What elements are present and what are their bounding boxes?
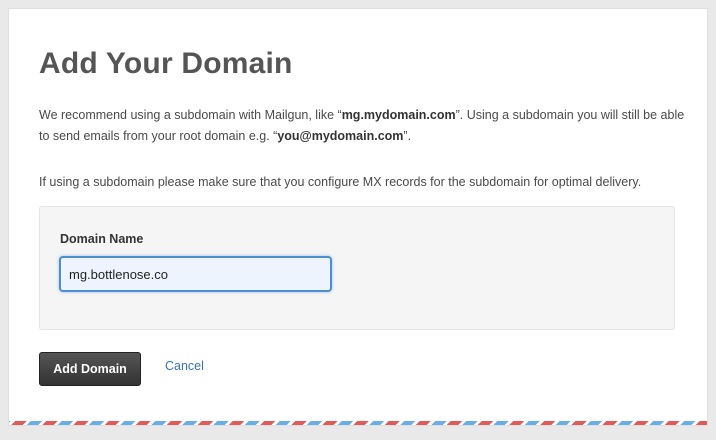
add-domain-button[interactable]: Add Domain: [39, 352, 141, 386]
domain-name-input[interactable]: [59, 256, 332, 292]
intro-text-1: We recommend using a subdomain with Mail…: [39, 108, 342, 122]
airmail-stripe-border: [9, 421, 707, 425]
page-title: Add Your Domain: [39, 47, 293, 80]
mx-note-paragraph: If using a subdomain please make sure th…: [39, 175, 642, 189]
cancel-link[interactable]: Cancel: [165, 359, 204, 373]
domain-form-panel: Domain Name: [39, 206, 675, 330]
intro-paragraph: We recommend using a subdomain with Mail…: [39, 105, 689, 147]
example-subdomain: mg.mydomain.com: [341, 108, 456, 122]
add-domain-card: Add Your Domain We recommend using a sub…: [8, 8, 708, 426]
intro-text-3: ”.: [403, 129, 412, 143]
domain-name-label: Domain Name: [60, 232, 144, 246]
example-email: you@mydomain.com: [277, 129, 404, 143]
